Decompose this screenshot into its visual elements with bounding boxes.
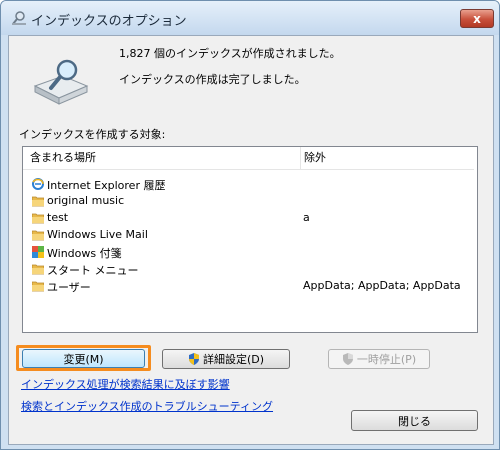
search-results-effect-link[interactable]: インデックス処理が検索結果に及ぼす影響	[21, 376, 230, 392]
folder-icon	[32, 281, 44, 292]
advanced-settings-button[interactable]: 詳細設定(D)	[162, 349, 290, 369]
indexing-options-window: インデックスのオプション x 1,827 個のインデックスが作成されました。 イ…	[0, 0, 500, 450]
column-header-included-locations[interactable]: 含まれる場所	[23, 147, 301, 170]
location-rows: Internet Explorer 履歴 original music test…	[23, 176, 477, 295]
location-name: ユーザー	[47, 281, 91, 294]
list-item[interactable]: Windows 付箋	[23, 244, 477, 261]
folder-icon	[32, 196, 44, 207]
indexing-drive-icon	[33, 59, 89, 105]
internet-explorer-icon	[32, 178, 44, 190]
location-name: Internet Explorer 履歴	[47, 179, 166, 192]
folder-icon	[32, 213, 44, 224]
index-locations-label: インデックスを作成する対象:	[19, 128, 166, 141]
folder-icon	[32, 230, 44, 241]
window-title: インデックスのオプション	[31, 14, 187, 29]
title-bar[interactable]: インデックスのオプション x	[1, 1, 499, 35]
uac-shield-icon	[342, 353, 353, 365]
troubleshoot-link[interactable]: 検索とインデックス作成のトラブルシューティング	[21, 398, 273, 414]
index-locations-list[interactable]: 含まれる場所 除外 Internet Explorer 履歴 original …	[22, 146, 478, 333]
location-name: test	[47, 211, 69, 224]
exclude-value: AppData; AppData; AppData	[303, 279, 461, 292]
close-icon: x	[473, 11, 481, 26]
list-item[interactable]: スタート メニュー	[23, 261, 477, 278]
dialog-body: 1,827 個のインデックスが作成されました。 インデックスの作成は完了しました…	[8, 35, 494, 445]
location-name: スタート メニュー	[47, 264, 139, 277]
location-name: Windows 付箋	[47, 247, 122, 260]
list-item[interactable]: Internet Explorer 履歴	[23, 176, 477, 193]
folder-icon	[32, 264, 44, 275]
uac-shield-icon	[188, 353, 199, 365]
windows-notes-icon	[32, 246, 44, 258]
exclude-value: a	[303, 211, 310, 224]
column-header-exclude[interactable]: 除外	[301, 147, 474, 170]
advanced-settings-label: 詳細設定(D)	[202, 353, 265, 366]
window-close-button[interactable]: x	[460, 9, 494, 28]
pause-label: 一時停止(P)	[356, 353, 417, 366]
list-item[interactable]: ユーザー AppData; AppData; AppData	[23, 278, 477, 295]
location-name: original music	[47, 194, 125, 207]
list-item[interactable]: test a	[23, 210, 477, 227]
indexing-status-text: インデックスの作成は完了しました。	[119, 73, 306, 86]
list-item[interactable]: Windows Live Mail	[23, 227, 477, 244]
close-button[interactable]: 閉じる	[351, 410, 478, 431]
change-button[interactable]: 変更(M)	[22, 349, 145, 368]
indexed-count-text: 1,827 個のインデックスが作成されました。	[119, 47, 341, 60]
list-item[interactable]: original music	[23, 193, 477, 210]
pause-button[interactable]: 一時停止(P)	[328, 349, 430, 369]
magnifier-icon	[12, 11, 26, 25]
location-name: Windows Live Mail	[47, 228, 148, 241]
